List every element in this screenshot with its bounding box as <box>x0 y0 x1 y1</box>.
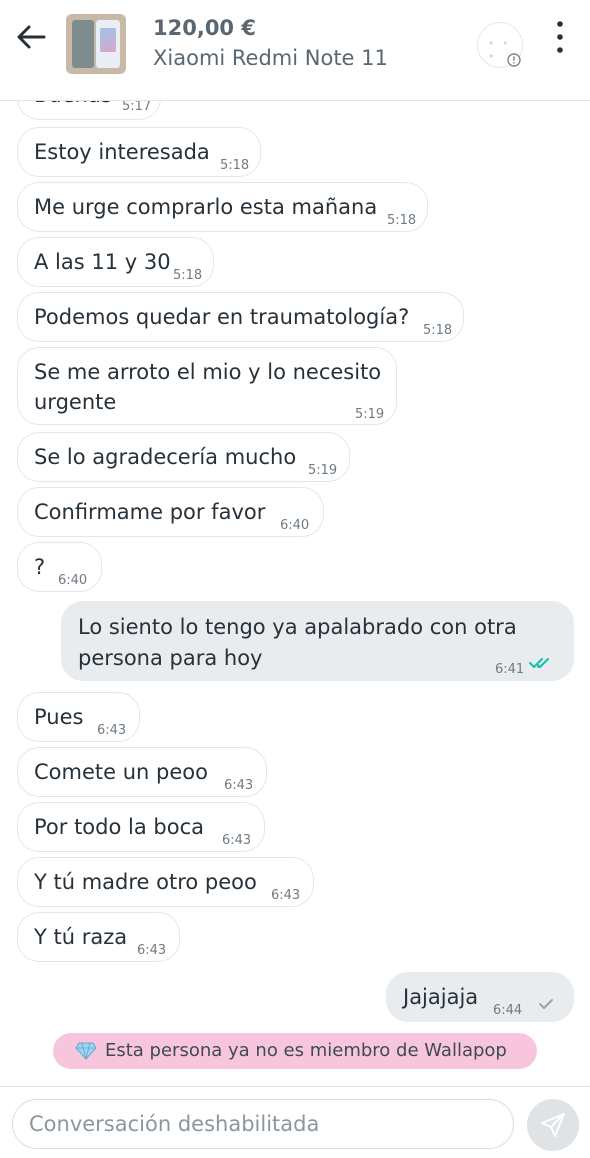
message-bubble: Se lo agradecería mucho 5:19 <box>17 432 350 482</box>
message-text: Por todo la boca <box>34 815 204 839</box>
message-time: 5:19 <box>308 463 338 478</box>
delivered-check-icon <box>539 999 553 1009</box>
message-text: Se lo agradecería mucho <box>34 445 297 469</box>
message-bubble: Comete un peoo 6:43 <box>17 747 267 797</box>
message-time: 6:43 <box>224 778 254 793</box>
send-button[interactable] <box>527 1099 579 1151</box>
message-time: 5:18 <box>220 158 250 173</box>
message-text: Podemos quedar en traumatología? <box>34 305 410 329</box>
message-text: urgente <box>34 390 117 414</box>
message-bubble: Confirmame por favor 6:40 <box>17 487 324 537</box>
message-bubble-sent: Jajajaja 6:44 <box>386 972 574 1022</box>
message-time: 6:43 <box>137 943 167 958</box>
banner-text: Esta persona ya no es miembro de Wallapo… <box>105 1040 507 1061</box>
message-text: Se me arroto el mio y lo necesito <box>34 360 382 384</box>
chat-header: 120,00 € Xiaomi Redmi Note 11 • • • <box>0 0 590 101</box>
message-text: Pues <box>34 705 84 729</box>
message-bubble: Estoy interesada 5:18 <box>17 127 261 177</box>
message-text: Confirmame por favor <box>34 500 266 524</box>
message-bubble: Me urge comprarlo esta mañana 5:18 <box>17 182 428 232</box>
message-text: Jajajaja <box>403 985 479 1009</box>
diamond-icon <box>75 1042 97 1060</box>
message-text: Comete un peoo <box>34 760 208 784</box>
message-time: 5:18 <box>387 213 417 228</box>
product-thumbnail[interactable] <box>66 14 126 74</box>
message-time: 6:40 <box>280 518 310 533</box>
message-text: Y tú madre otro peoo <box>34 870 257 894</box>
message-input[interactable]: Conversación deshabilitada <box>12 1099 514 1149</box>
product-price: 120,00 € <box>153 16 256 40</box>
message-time: 6:43 <box>222 833 252 848</box>
message-time: 5:18 <box>173 268 203 283</box>
message-bubble-sent: Lo siento lo tengo ya apalabrado con otr… <box>61 601 574 681</box>
message-text: Estoy interesada <box>34 140 210 164</box>
back-arrow-icon[interactable] <box>14 20 48 54</box>
message-bubble: Pues 6:43 <box>17 692 140 742</box>
message-time: 5:18 <box>423 323 453 338</box>
message-time: 6:41 <box>495 662 525 677</box>
info-icon <box>507 53 521 67</box>
message-bubble: A las 11 y 30 5:18 <box>17 237 214 287</box>
message-time: 6:40 <box>58 573 88 588</box>
composer: Conversación deshabilitada <box>0 1086 590 1158</box>
message-time: 6:44 <box>493 1003 523 1018</box>
message-bubble: Por todo la boca 6:43 <box>17 802 265 852</box>
message-text: Lo siento lo tengo ya apalabrado con otr… <box>78 615 517 639</box>
user-removed-banner: Esta persona ya no es miembro de Wallapo… <box>53 1033 537 1069</box>
message-time: 6:43 <box>271 888 301 903</box>
message-text: ? <box>34 555 46 579</box>
more-vertical-icon[interactable] <box>548 18 572 58</box>
message-time: 6:43 <box>97 723 127 738</box>
message-bubble: Y tú madre otro peoo 6:43 <box>17 857 314 907</box>
message-bubble: Podemos quedar en traumatología? 5:18 <box>17 292 464 342</box>
message-bubble: Se me arroto el mio y lo necesito urgent… <box>17 347 397 425</box>
read-check-icon <box>529 658 549 668</box>
message-text: Y tú raza <box>34 925 128 949</box>
message-text: A las 11 y 30 <box>34 250 171 274</box>
product-title[interactable]: Xiaomi Redmi Note 11 <box>153 46 388 70</box>
message-bubble: Y tú raza 6:43 <box>17 912 180 962</box>
message-text: persona para hoy <box>78 646 263 670</box>
message-time: 5:19 <box>355 407 385 422</box>
send-icon <box>541 1113 565 1137</box>
message-bubble: ? 6:40 <box>17 542 102 592</box>
message-text: Me urge comprarlo esta mañana <box>34 195 378 219</box>
